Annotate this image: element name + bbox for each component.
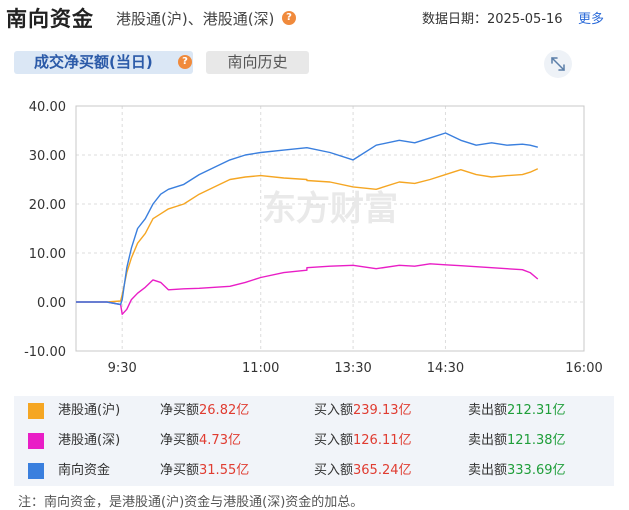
buy-amount: 买入额239.13亿 <box>314 396 412 426</box>
sell-value: 333.69亿 <box>507 463 566 478</box>
x-tick-label: 9:30 <box>108 361 137 376</box>
buy-value: 126.11亿 <box>353 433 412 448</box>
sell-value: 212.31亿 <box>507 403 566 418</box>
y-tick-label: 30.00 <box>29 149 66 164</box>
y-axis-ticks: 40.00 30.00 20.00 10.00 0.00 -10.00 <box>24 100 66 360</box>
panel-subtitle: 港股通(沪)、港股通(深) <box>116 10 275 28</box>
expand-button[interactable] <box>544 50 572 78</box>
y-tick-label: 10.00 <box>29 247 66 262</box>
buy-label: 买入额 <box>314 403 354 418</box>
net-buy: 净买额31.55亿 <box>160 456 249 486</box>
sell-value: 121.38亿 <box>507 433 566 448</box>
sell-label: 卖出额 <box>468 463 508 478</box>
legend-name: 港股通(沪) <box>58 403 121 418</box>
sell-amount: 卖出额121.38亿 <box>468 426 566 456</box>
tab-southbound-history[interactable]: 南向历史 <box>206 51 309 74</box>
buy-amount: 买入额365.24亿 <box>314 456 412 486</box>
buy-value: 365.24亿 <box>353 463 412 478</box>
tab-bar: 成交净买额(当日) ? 南向历史 <box>0 48 629 76</box>
footnote: 注：南向资金，是港股通(沪)资金与港股通(深)资金的加总。 <box>18 495 364 510</box>
net-buy: 净买额4.73亿 <box>160 426 241 456</box>
panel-header: 南向资金 港股通(沪)、港股通(深) ? 数据日期：2025-05-16 更多 <box>0 0 629 34</box>
legend-row-hk-sz: 港股通(深) 净买额4.73亿 买入额126.11亿 卖出额121.38亿 <box>14 426 614 456</box>
net-buy-label: 净买额 <box>160 463 200 478</box>
watermark: 东方财富 <box>262 189 398 229</box>
net-buy-value: 4.73亿 <box>199 433 241 448</box>
tab-help-icon[interactable]: ? <box>178 55 192 69</box>
x-tick-label: 14:30 <box>427 361 464 376</box>
net-buy: 净买额26.82亿 <box>160 396 249 426</box>
net-buy-label: 净买额 <box>160 403 200 418</box>
net-buy-label: 净买额 <box>160 433 200 448</box>
legend-table: 港股通(沪) 净买额26.82亿 买入额239.13亿 卖出额212.31亿 港… <box>14 396 614 486</box>
y-tick-label: 40.00 <box>29 100 66 115</box>
buy-label: 买入额 <box>314 433 354 448</box>
y-tick-label: 0.00 <box>37 296 66 311</box>
series-swatch <box>28 463 44 479</box>
sell-amount: 卖出额212.31亿 <box>468 396 566 426</box>
help-icon[interactable]: ? <box>282 11 296 25</box>
y-tick-label: 20.00 <box>29 198 66 213</box>
legend-name: 南向资金 <box>58 463 111 478</box>
tab-label: 成交净买额(当日) <box>34 53 153 71</box>
expand-icon <box>551 57 565 71</box>
sell-label: 卖出额 <box>468 433 508 448</box>
legend-name: 港股通(深) <box>58 433 121 448</box>
legend-row-hk-sh: 港股通(沪) 净买额26.82亿 买入额239.13亿 卖出额212.31亿 <box>14 396 614 426</box>
data-date: 数据日期：2025-05-16 <box>422 12 563 27</box>
y-tick-label: -10.00 <box>24 345 66 360</box>
net-buy-value: 26.82亿 <box>199 403 250 418</box>
series-line-hk-sz <box>76 263 539 316</box>
x-axis-ticks: 9:30 11:00 13:30 14:30 16:00 <box>108 361 603 376</box>
legend-row-southbound: 南向资金 净买额31.55亿 买入额365.24亿 卖出额333.69亿 <box>14 456 614 486</box>
southbound-chart: 东方财富 40.00 30.00 20.00 10.00 0.00 -10.00 9:30… <box>24 100 603 376</box>
buy-value: 239.13亿 <box>353 403 412 418</box>
buy-label: 买入额 <box>314 463 354 478</box>
net-buy-value: 31.55亿 <box>199 463 250 478</box>
x-tick-label: 11:00 <box>242 361 279 376</box>
series-swatch <box>28 403 44 419</box>
panel-title: 南向资金 <box>6 7 94 31</box>
buy-amount: 买入额126.11亿 <box>314 426 412 456</box>
sell-amount: 卖出额333.69亿 <box>468 456 566 486</box>
series-swatch <box>28 433 44 449</box>
x-tick-label: 13:30 <box>334 361 371 376</box>
x-tick-label: 16:00 <box>565 361 602 376</box>
more-link[interactable]: 更多 <box>578 8 604 27</box>
sell-label: 卖出额 <box>468 403 508 418</box>
tab-net-buy-today[interactable]: 成交净买额(当日) ? <box>14 51 193 74</box>
